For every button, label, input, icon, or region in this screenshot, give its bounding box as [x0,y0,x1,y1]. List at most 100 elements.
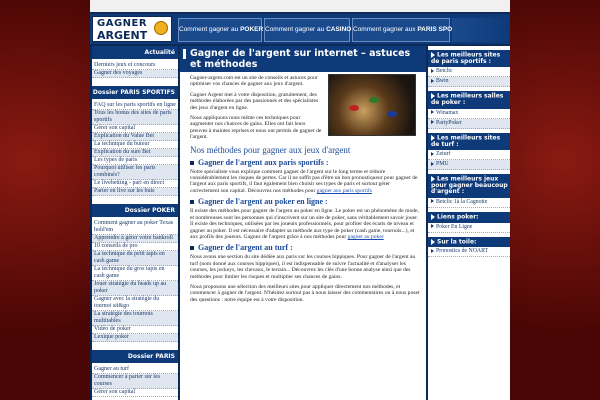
page-wrapper: GAGNER ARGENT Comment gagner au POKER Co… [90,12,510,400]
background-left [0,0,90,400]
right-item-label: Bwin [436,78,449,85]
paragraph-final: Nous proposons une sélection des meilleu… [190,283,420,303]
sidebar-list-paris-sportifs: FAQ sur les paris sportifs en ligne Tous… [92,102,178,196]
right-item-label: Betclic 1à la Cagnotte [436,198,488,205]
page-title: Gagner de l'argent sur internet – astuce… [190,48,411,70]
right-header-turf: Les meilleurs sites de turf : [428,132,510,150]
sidebar-item[interactable]: FAQ sur les paris sportifs en ligne [92,102,178,110]
sidebar-item[interactable]: Apprendre à gérer votre bankroll [92,235,178,243]
right-item-label: PartyPoker [436,119,462,126]
section-heading-turf-text: Gagner de l'argent au turf : [198,243,293,253]
sidebar-item[interactable]: La stratégie des tournois multitables [92,311,178,326]
header: GAGNER ARGENT Comment gagner au POKER Co… [90,14,510,44]
sidebar-item[interactable]: Gagner des voyages [92,70,178,78]
paragraph-poker: Il existe des méthodes pour gagner de l'… [190,208,420,240]
sidebar-item[interactable]: Gagner avec la stratégie du tournoi sit&… [92,296,178,311]
sidebar-item[interactable]: 10 conseils de pro [92,243,178,251]
left-sidebar: Actualité Derniers jeux et concours Gagn… [92,46,178,400]
section-heading-poker: Gagner de l'argent au poker en ligne : [190,197,420,206]
sidebar-item[interactable]: Tous les bonus des sites de paris sporti… [92,110,178,125]
intro-paragraph-3: Nous appliquons nous même ces techniques… [190,115,322,141]
right-item-label: PMU [436,160,449,167]
link-poker[interactable]: gagner au poker [348,234,384,240]
right-item[interactable]: Pronostics de NOART [428,247,510,258]
nav-tab-casino-prefix: Comment gagner au [265,26,327,33]
sidebar-item[interactable]: Vidéo de poker [92,326,178,334]
arrow-icon [431,213,435,220]
right-item[interactable]: Poker En Ligne [428,223,510,233]
right-item[interactable]: PartyPoker [428,118,510,129]
right-item[interactable]: PMU [428,159,510,170]
right-header-paris: Les meilleurs sites de paris sportifs : [428,50,510,68]
sidebar-item[interactable]: Derniers jeux et concours [92,62,178,70]
sidebar-item[interactable]: Lexique poker [92,334,178,342]
sidebar-item[interactable]: Jouer stratégie du heads up au poker [92,281,178,296]
chip-blue [387,111,397,117]
nav-tab-paris-prefix: Comment gagner aux [353,26,418,33]
right-header-toile: Sur la toile: [428,236,510,248]
sidebar-header-actualite: Actualité [92,46,178,59]
nav-tab-poker-bold: POKER [240,26,264,33]
sidebar-item[interactable]: Les types de paris [92,157,178,165]
top-strip [90,0,510,12]
right-sidebar: Les meilleurs sites de paris sportifs : … [428,46,510,400]
sidebar-item[interactable]: Le livebetting - pari en direct [92,180,178,188]
link-paris-sportifs[interactable]: gagner aux paris sportifs [317,188,372,194]
right-header-poker-text: Les meilleurs salles de poker : [431,92,504,107]
sidebar-item[interactable]: Comment gagner au poker Texas hold'em [92,220,178,235]
background-right [510,0,600,400]
right-header-poker: Les meilleurs salles de poker : [428,91,510,109]
triangle-icon [431,151,434,156]
chip-red [349,105,359,111]
coin-icon [154,21,168,35]
right-item[interactable]: Betclic 1à la Cagnotte [428,198,510,208]
methods-heading: Nos méthodes pour gagner aux jeux d'arge… [190,144,351,155]
paragraph-paris-text: Notre spécialiste vous explique comment … [190,168,418,194]
sidebar-item[interactable]: Pourquoi utiliser les paris combinés? [92,165,178,180]
sidebar-header-paris-sportifs: Dossier PARIS SPORTIFS [92,86,178,99]
sidebar-list-poker: Comment gagner au poker Texas hold'em Ap… [92,220,178,342]
site-logo[interactable]: GAGNER ARGENT [92,16,172,42]
right-item-label: Betclic [436,68,453,75]
sidebar-item[interactable]: Gérer son capital [92,125,178,133]
nav-tab-poker[interactable]: Comment gagner au POKER [178,18,264,42]
bullet-icon [190,200,194,205]
main-content: Gagner de l'argent sur internet – astuce… [180,46,426,400]
sidebar-item[interactable]: Explication du Value Bet [92,133,178,141]
nav-fill [452,18,510,42]
paragraph-poker-text: Il existe des méthodes pour gagner de l'… [190,208,419,240]
nav-tab-casino-bold: CASINO [326,26,352,33]
sidebar-item[interactable]: La technique du petit tapis en cash game [92,251,178,266]
sidebar-item[interactable]: La technique du gros tapis en cash game [92,266,178,281]
sidebar-item[interactable]: La technique du buteur [92,141,178,149]
right-header-jeux: Les meilleurs jeux pour gagner beaucoup … [428,173,510,198]
sidebar-list-actualite: Derniers jeux et concours Gagner des voy… [92,62,178,78]
section-heading-paris: Gagner de l'argent aux paris sportifs : [190,158,420,167]
right-item[interactable]: Zeturf [428,150,510,160]
logo-line1: GAGNER [97,18,148,29]
nav-tab-paris-sportifs[interactable]: Comment gagner aux PARIS SPORTIFS [352,18,471,42]
right-item-label: Poker En Ligne [436,223,473,230]
triangle-icon [431,78,434,83]
intro-paragraph-1: Gagner-argent.com est un site de conseil… [190,75,318,88]
triangle-icon [431,68,434,73]
right-item-label: Pronostics de NOART [436,248,489,255]
right-item[interactable]: Betclic [428,67,510,78]
paragraph-turf: Nous avons une section du site dédiée au… [190,254,416,280]
triangle-icon [431,249,434,254]
right-item[interactable]: Bwin [428,77,510,88]
nav-tab-casino[interactable]: Comment gagner au CASINO [264,18,352,42]
paragraph-paris: Notre spécialiste vous explique comment … [190,169,420,195]
right-header-turf-text: Les meilleurs sites de turf : [431,134,501,148]
sidebar-item[interactable]: Gérer son capital [92,389,178,397]
sidebar-item[interactable]: Explication du sure Bet [92,149,178,157]
page-title-bar: Gagner de l'argent sur internet – astuce… [180,46,426,72]
sidebar-item[interactable]: Commencer à parier sur les courses [92,374,178,389]
triangle-icon [431,110,434,115]
sidebar-item[interactable]: Parier en live sur les buts [92,188,178,196]
right-header-liens-poker: Liens poker: [428,211,510,223]
right-item[interactable]: Winamax [428,109,510,119]
right-header-toile-text: Sur la toile: [437,238,477,246]
triangle-icon [431,199,434,204]
bullet-icon [190,160,194,165]
